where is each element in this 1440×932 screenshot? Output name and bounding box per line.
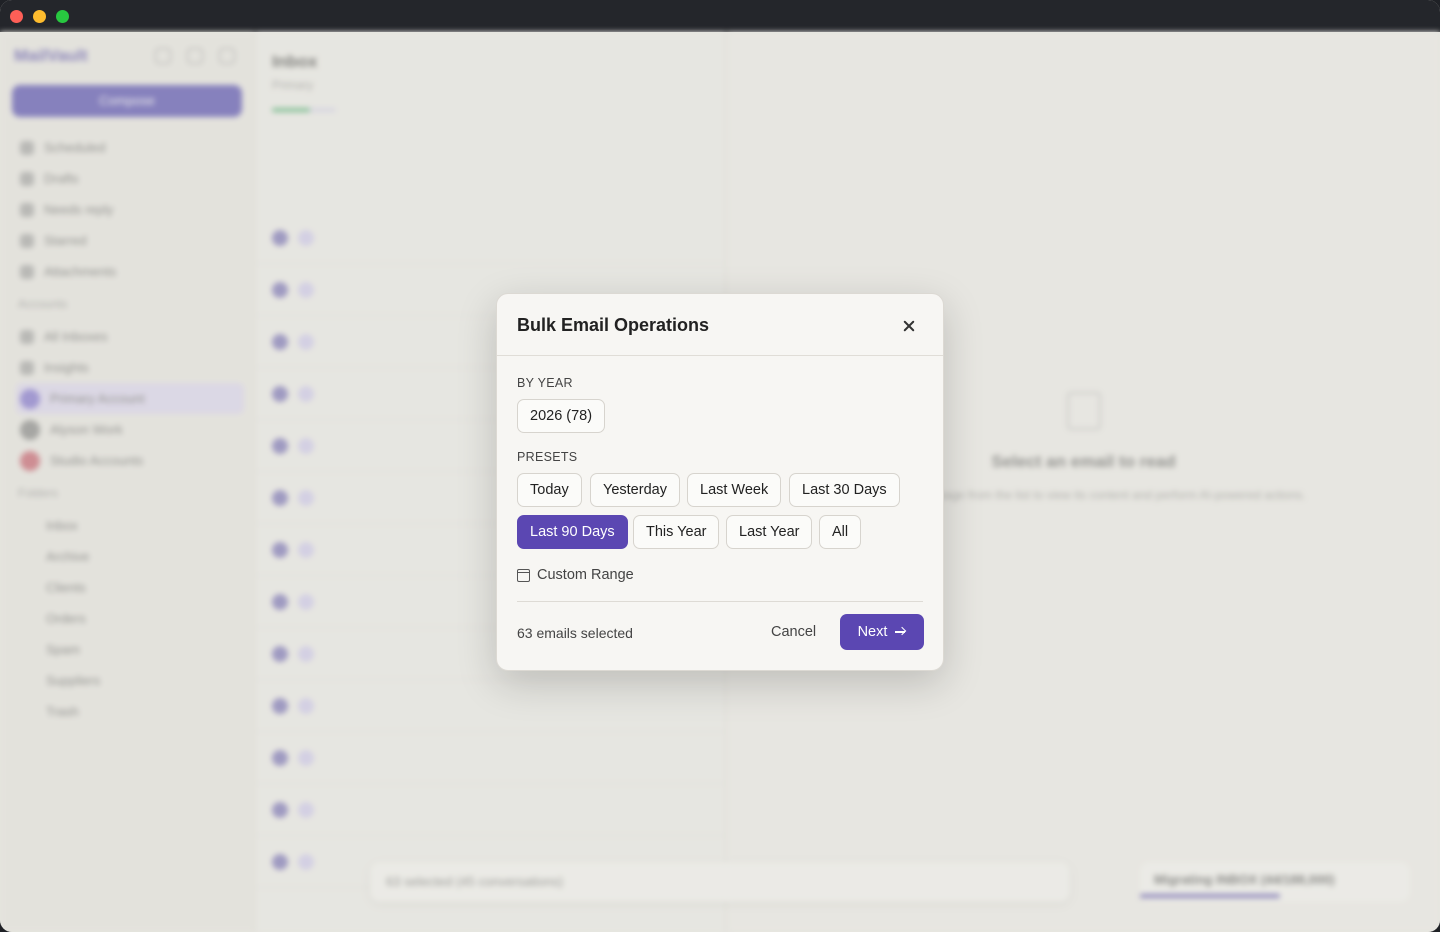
divider <box>517 601 923 602</box>
presets-label: PRESETS <box>517 450 578 464</box>
preset-last-week[interactable]: Last Week <box>687 473 782 507</box>
close-icon[interactable] <box>897 314 921 338</box>
preset-last-30-days[interactable]: Last 30 Days <box>789 473 900 507</box>
arrow-right-icon <box>895 627 906 637</box>
minimize-window-button[interactable] <box>33 10 46 23</box>
app-window: MailVault Compose Scheduled Drafts Needs… <box>0 0 1440 932</box>
next-button[interactable]: Next <box>840 614 924 650</box>
preset-last-90-days[interactable]: Last 90 Days <box>517 515 628 549</box>
calendar-icon <box>517 568 530 582</box>
title-bar <box>0 0 1440 32</box>
dialog-header: Bulk Email Operations <box>497 294 943 356</box>
custom-range-label: Custom Range <box>537 567 634 583</box>
cancel-button[interactable]: Cancel <box>771 624 816 640</box>
zoom-window-button[interactable] <box>56 10 69 23</box>
preset-last-year[interactable]: Last Year <box>726 515 813 549</box>
preset-yesterday[interactable]: Yesterday <box>590 473 680 507</box>
dialog-title: Bulk Email Operations <box>517 315 710 335</box>
bulk-operations-dialog: Bulk Email Operations BY YEAR 2026 (78) … <box>496 293 944 671</box>
selected-count: 63 emails selected <box>517 625 633 641</box>
custom-range-button[interactable]: Custom Range <box>517 567 634 583</box>
preset-all[interactable]: All <box>819 515 862 549</box>
year-chip[interactable]: 2026 (78) <box>517 399 606 433</box>
by-year-label: BY YEAR <box>517 376 573 390</box>
close-window-button[interactable] <box>10 10 23 23</box>
next-label: Next <box>857 624 888 640</box>
preset-today[interactable]: Today <box>517 473 582 507</box>
preset-this-year[interactable]: This Year <box>633 515 720 549</box>
